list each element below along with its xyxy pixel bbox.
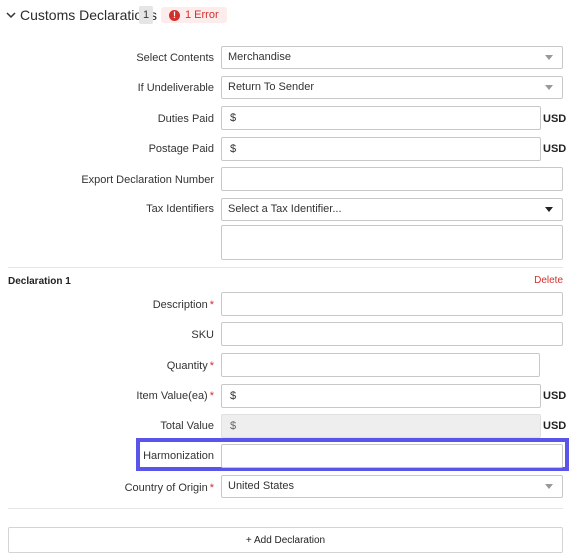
if-undeliverable-value: Return To Sender [228, 81, 315, 93]
error-badge: ! 1 Error [161, 7, 227, 23]
declaration-title: Declaration 1 [8, 276, 71, 287]
total-value-currency: USD [543, 420, 567, 432]
export-declaration-input[interactable] [221, 167, 563, 191]
harmonization-label: Harmonization [143, 450, 214, 462]
duties-paid-input[interactable]: $ [221, 106, 541, 130]
caret-down-icon [545, 207, 553, 212]
section-divider [8, 508, 563, 509]
currency-prefix: $ [230, 143, 237, 155]
chevron-down-icon[interactable] [5, 9, 17, 21]
tax-identifiers-label: Tax Identifiers [146, 203, 214, 215]
country-of-origin-label: Country of Origin * [125, 482, 214, 494]
item-value-currency: USD [543, 390, 567, 402]
select-contents-value: Merchandise [228, 51, 291, 63]
harmonization-input[interactable] [221, 444, 563, 468]
postage-paid-input[interactable]: $ [221, 137, 541, 161]
postage-paid-currency: USD [543, 143, 567, 155]
duties-paid-label: Duties Paid [157, 113, 214, 125]
currency-prefix: $ [230, 420, 237, 432]
sku-input[interactable] [221, 322, 563, 346]
quantity-label-text: Quantity [166, 360, 208, 372]
country-of-origin-label-text: Country of Origin [124, 482, 208, 494]
description-input[interactable] [221, 292, 563, 316]
quantity-input[interactable] [221, 353, 540, 377]
error-badge-label: 1 Error [185, 9, 219, 21]
count-badge: 1 [139, 6, 153, 24]
sku-label: SKU [191, 329, 214, 341]
item-value-input[interactable]: $ [221, 384, 541, 408]
select-contents-dropdown[interactable]: Merchandise [221, 46, 563, 69]
required-asterisk: * [209, 299, 214, 311]
tax-identifier-placeholder: Select a Tax Identifier... [228, 203, 342, 215]
required-asterisk: * [209, 482, 214, 494]
tax-identifiers-list[interactable] [221, 225, 563, 260]
item-value-label: Item Value(ea) * [136, 390, 214, 402]
add-declaration-button[interactable]: + Add Declaration [8, 527, 563, 553]
export-declaration-label: Export Declaration Number [81, 174, 214, 186]
customs-declarations-header[interactable]: Customs Declarations 1 ! 1 Error [0, 0, 575, 32]
country-of-origin-value: United States [228, 480, 295, 492]
delete-declaration-link[interactable]: Delete [534, 275, 563, 286]
if-undeliverable-dropdown[interactable]: Return To Sender [221, 76, 563, 99]
quantity-label: Quantity * [167, 360, 214, 372]
currency-prefix: $ [230, 390, 237, 402]
total-value-input: $ [221, 414, 541, 438]
country-of-origin-dropdown[interactable]: United States [221, 475, 563, 498]
description-label: Description * [153, 299, 214, 311]
select-contents-label: Select Contents [136, 52, 214, 64]
error-icon: ! [169, 9, 180, 21]
description-label-text: Description [152, 299, 208, 311]
chevron-down-icon [545, 484, 553, 489]
required-asterisk: * [209, 360, 214, 372]
total-value-label: Total Value [160, 420, 214, 432]
required-asterisk: * [209, 390, 214, 402]
currency-prefix: $ [230, 112, 237, 124]
postage-paid-label: Postage Paid [148, 143, 214, 155]
chevron-down-icon [545, 55, 553, 60]
if-undeliverable-label: If Undeliverable [137, 82, 214, 94]
section-divider [8, 267, 563, 268]
chevron-down-icon [545, 85, 553, 90]
tax-identifier-dropdown[interactable]: Select a Tax Identifier... [221, 198, 563, 221]
section-title: Customs Declarations [20, 7, 157, 23]
add-declaration-label: + Add Declaration [245, 534, 326, 546]
duties-paid-currency: USD [543, 113, 567, 125]
item-value-label-text: Item Value(ea) [136, 390, 208, 402]
